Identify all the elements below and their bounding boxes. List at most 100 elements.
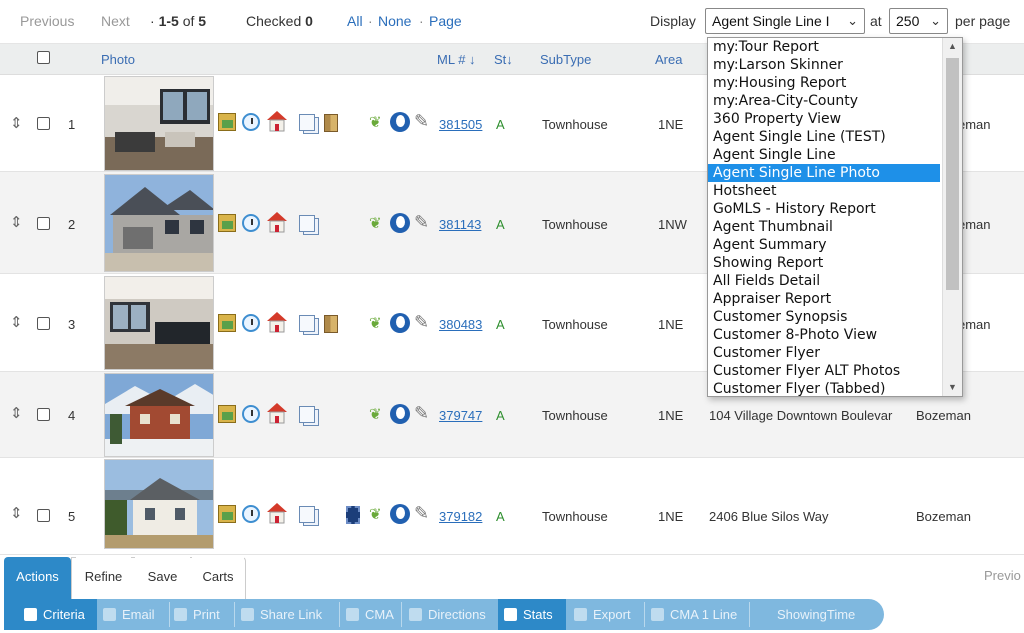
row-checkbox[interactable]	[37, 408, 50, 421]
listing-photo[interactable]	[104, 459, 214, 549]
select-page-link[interactable]: Page	[429, 13, 462, 29]
row-checkbox[interactable]	[37, 117, 50, 130]
copy-icon[interactable]	[299, 215, 319, 235]
history-clock-icon[interactable]	[242, 405, 260, 423]
green-leaf-icon[interactable]: ❦	[369, 113, 383, 131]
print-button[interactable]: Print	[174, 599, 220, 630]
map-globe-icon[interactable]	[390, 404, 410, 424]
photo-gallery-icon[interactable]	[218, 214, 236, 232]
previous-link[interactable]: Previous	[20, 13, 74, 29]
documents-icon[interactable]	[324, 315, 338, 333]
dropdown-option[interactable]: Customer Flyer ALT Photos	[708, 362, 940, 380]
photo-gallery-icon[interactable]	[218, 405, 236, 423]
photo-gallery-icon[interactable]	[218, 505, 236, 523]
video-film-icon[interactable]	[346, 506, 360, 524]
row-checkbox[interactable]	[37, 217, 50, 230]
copy-icon[interactable]	[299, 315, 319, 335]
green-leaf-icon[interactable]: ❦	[369, 405, 383, 423]
photo-gallery-icon[interactable]	[218, 113, 236, 131]
column-subtype[interactable]: SubType	[540, 52, 591, 67]
export-button[interactable]: Export	[574, 599, 631, 630]
criteria-button[interactable]: Criteria	[4, 599, 97, 630]
column-area[interactable]: Area	[655, 52, 682, 67]
listing-photo[interactable]	[104, 276, 214, 370]
dropdown-option[interactable]: my:Housing Report	[708, 74, 940, 92]
edit-pencil-icon[interactable]: ✎	[414, 503, 432, 523]
house-icon[interactable]	[266, 402, 288, 424]
copy-icon[interactable]	[299, 406, 319, 426]
map-globe-icon[interactable]	[390, 313, 410, 333]
edit-pencil-icon[interactable]: ✎	[414, 403, 432, 423]
select-none-link[interactable]: None	[378, 13, 411, 29]
dropdown-option[interactable]: Customer Flyer	[708, 344, 940, 362]
mls-number-link[interactable]: 381143	[439, 217, 481, 232]
edit-pencil-icon[interactable]: ✎	[414, 212, 432, 232]
listing-photo[interactable]	[104, 174, 214, 272]
dropdown-option[interactable]: Agent Single Line	[708, 146, 940, 164]
scroll-down-icon[interactable]: ▼	[948, 382, 957, 392]
copy-icon[interactable]	[299, 114, 319, 134]
showingtime-button[interactable]: ShowingTime	[777, 599, 855, 630]
directions-button[interactable]: Directions	[409, 599, 486, 630]
drag-handle-icon[interactable]: ⇕	[10, 405, 24, 423]
history-clock-icon[interactable]	[242, 314, 260, 332]
dropdown-option[interactable]: All Fields Detail	[708, 272, 940, 290]
house-icon[interactable]	[266, 211, 288, 233]
house-icon[interactable]	[266, 110, 288, 132]
previous-link-bottom[interactable]: Previo	[984, 568, 1021, 583]
email-button[interactable]: Email	[103, 599, 155, 630]
listing-photo[interactable]	[104, 76, 214, 171]
dropdown-option[interactable]: Customer 8-Photo View	[708, 326, 940, 344]
row-checkbox[interactable]	[37, 509, 50, 522]
mls-number-link[interactable]: 380483	[439, 317, 482, 332]
row-checkbox[interactable]	[37, 317, 50, 330]
dropdown-option[interactable]: my:Area-City-County	[708, 92, 940, 110]
scroll-up-icon[interactable]: ▲	[948, 41, 957, 51]
column-status[interactable]: St↓	[494, 52, 513, 67]
dropdown-option[interactable]: Customer Synopsis	[708, 308, 940, 326]
dropdown-option[interactable]: Agent Single Line Photo	[708, 164, 940, 182]
house-icon[interactable]	[266, 502, 288, 524]
column-mls[interactable]: ML # ↓	[437, 52, 476, 67]
drag-handle-icon[interactable]: ⇕	[10, 505, 24, 523]
dropdown-option[interactable]: 360 Property View	[708, 110, 940, 128]
tab-actions[interactable]: Actions	[4, 557, 71, 599]
drag-handle-icon[interactable]: ⇕	[10, 314, 24, 332]
cma-button[interactable]: CMA	[346, 599, 394, 630]
tab-refine[interactable]: Refine	[76, 557, 131, 599]
history-clock-icon[interactable]	[242, 214, 260, 232]
column-photo[interactable]: Photo	[101, 52, 135, 67]
stats-button[interactable]: Stats	[498, 599, 566, 630]
house-icon[interactable]	[266, 311, 288, 333]
dropdown-option[interactable]: Customer Flyer (Tabbed)	[708, 380, 940, 396]
history-clock-icon[interactable]	[242, 113, 260, 131]
mls-number-link[interactable]: 381505	[439, 117, 482, 132]
green-leaf-icon[interactable]: ❦	[369, 314, 383, 332]
dropdown-option[interactable]: Agent Summary	[708, 236, 940, 254]
next-link[interactable]: Next	[101, 13, 130, 29]
green-leaf-icon[interactable]: ❦	[369, 505, 383, 523]
documents-icon[interactable]	[324, 114, 338, 132]
green-leaf-icon[interactable]: ❦	[369, 214, 383, 232]
cma-one-line-button[interactable]: CMA 1 Line	[651, 599, 737, 630]
dropdown-option[interactable]: GoMLS - History Report	[708, 200, 940, 218]
display-report-select[interactable]: Agent Single Line I ⌄	[705, 8, 865, 34]
display-report-dropdown[interactable]: my:Tour Report my:Larson Skinner my:Housin…	[707, 37, 963, 397]
map-globe-icon[interactable]	[390, 504, 410, 524]
dropdown-option[interactable]: Appraiser Report	[708, 290, 940, 308]
dropdown-option[interactable]: Agent Single Line (TEST)	[708, 128, 940, 146]
dropdown-option[interactable]: Agent Thumbnail	[708, 218, 940, 236]
copy-icon[interactable]	[299, 506, 319, 526]
drag-handle-icon[interactable]: ⇕	[10, 214, 24, 232]
select-all-link[interactable]: All	[347, 13, 363, 29]
mls-number-link[interactable]: 379182	[439, 509, 482, 524]
dropdown-option[interactable]: my:Larson Skinner	[708, 56, 940, 74]
share-link-button[interactable]: Share Link	[241, 599, 322, 630]
dropdown-option[interactable]: Showing Report	[708, 254, 940, 272]
per-page-select[interactable]: 250 ⌄	[889, 8, 948, 34]
tab-carts[interactable]: Carts	[192, 557, 244, 599]
map-globe-icon[interactable]	[390, 112, 410, 132]
edit-pencil-icon[interactable]: ✎	[414, 111, 432, 131]
dropdown-option[interactable]: my:Tour Report	[708, 38, 940, 56]
dropdown-scrollbar[interactable]: ▲ ▼	[942, 38, 962, 396]
